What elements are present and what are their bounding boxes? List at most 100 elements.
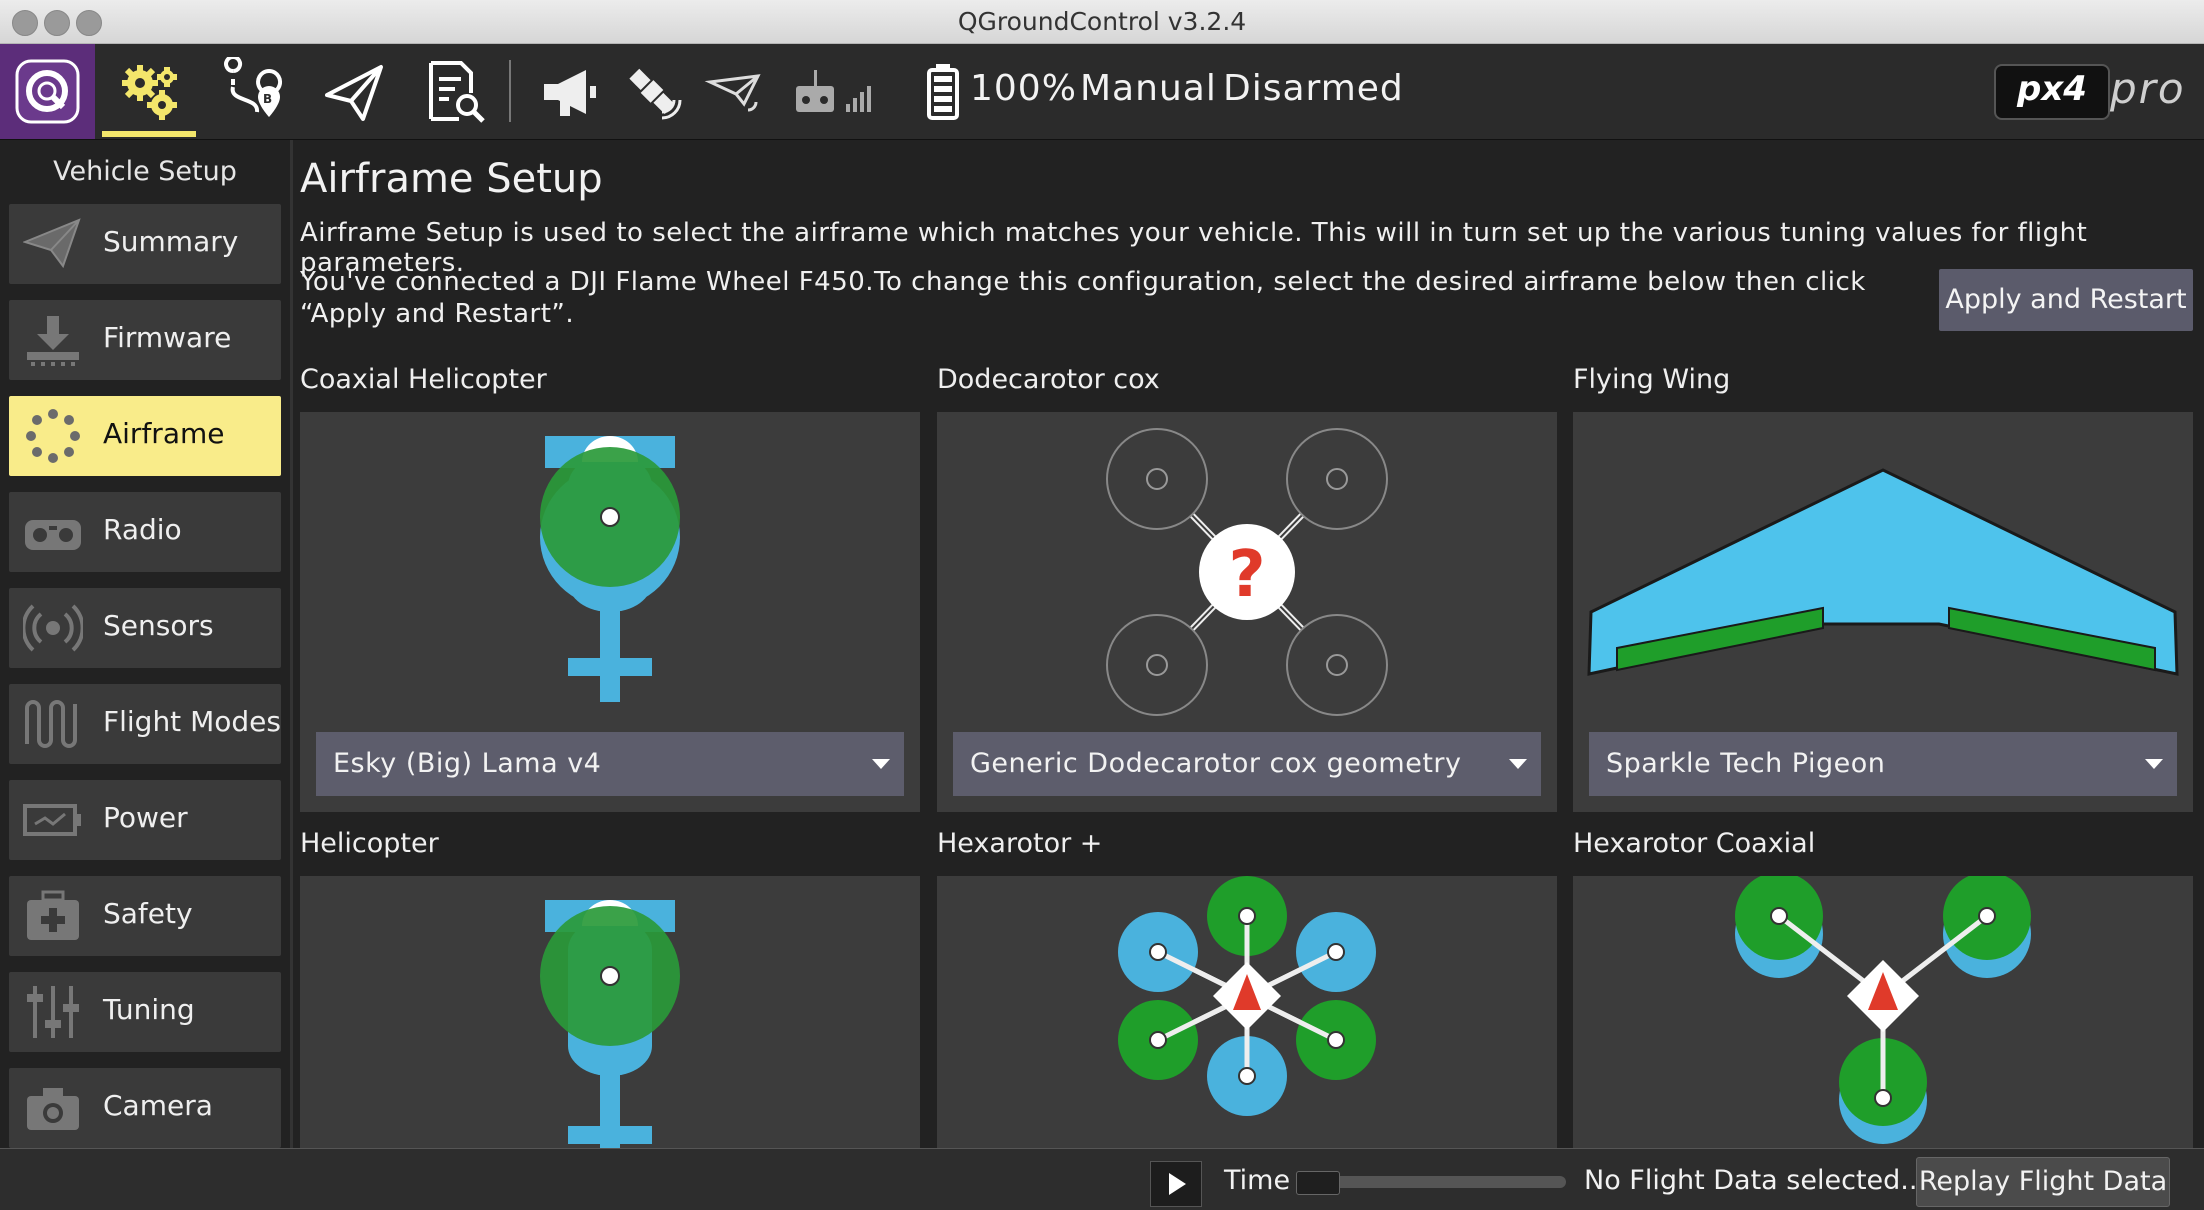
sidebar-item-power[interactable]: Power: [9, 780, 281, 860]
gps-status-button[interactable]: [614, 44, 694, 139]
sidebar-item-safety[interactable]: Safety: [9, 876, 281, 956]
airframe-type-dropdown[interactable]: Sparkle Tech Pigeon: [1589, 732, 2177, 796]
airframe-type-dropdown[interactable]: Generic Dodecarotor cox geometry: [953, 732, 1541, 796]
sidebar-item-label: Firmware: [103, 321, 232, 354]
sidebar-item-label: Sensors: [103, 609, 214, 642]
qgc-menu-button[interactable]: [0, 44, 95, 139]
sidebar-item-camera[interactable]: Camera: [9, 1068, 281, 1148]
airframe-card-dodecarotor-cox[interactable]: ? Generic Dodecarotor cox geometry: [937, 412, 1557, 812]
airframe-category-label: Flying Wing: [1573, 364, 1731, 395]
sidebar-item-label: Flight Modes: [103, 705, 281, 738]
gps-satellite-icon: [629, 68, 682, 119]
camera-icon: [27, 1088, 79, 1130]
battery-percent: 100%: [970, 68, 1077, 109]
page-title: Airframe Setup: [300, 156, 603, 202]
airframe-type-dropdown[interactable]: Esky (Big) Lama v4: [316, 732, 904, 796]
sidebar-item-flight-modes[interactable]: Flight Modes: [9, 684, 281, 764]
main-toolbar: B 100% Manual Disarmed px4 pro: [0, 44, 2204, 140]
chevron-down-icon: [872, 759, 890, 769]
airframe-card-helicopter[interactable]: [300, 876, 920, 1148]
plan-view-button[interactable]: B: [214, 44, 294, 139]
qgc-logo-icon: [15, 59, 80, 124]
airframe-category-label: Dodecarotor cox: [937, 364, 1160, 395]
flight-replay-bar: Time No Flight Data selected.. Replay Fl…: [0, 1148, 2204, 1210]
arm-state-indicator[interactable]: Disarmed: [1223, 68, 1404, 109]
sidebar-item-label: Safety: [103, 897, 193, 930]
window-title: QGroundControl v3.2.4: [957, 7, 1247, 36]
vehicle-setup-sidebar: Vehicle Setup Summary Firmware Airframe …: [0, 140, 293, 1148]
airframe-category-label: Coaxial Helicopter: [300, 364, 547, 395]
messages-button[interactable]: [530, 44, 610, 139]
telemetry-link-icon: [704, 73, 761, 111]
airframe-category-label: Hexarotor +: [937, 828, 1103, 859]
svg-text:?: ?: [1228, 538, 1265, 612]
battery-icon: [927, 63, 959, 120]
flying-wing-image: [1587, 468, 2179, 676]
flight-mode-selector[interactable]: Manual: [1080, 68, 1217, 109]
sidebar-item-label: Tuning: [103, 993, 195, 1026]
airframe-category-label: Hexarotor Coaxial: [1573, 828, 1816, 859]
replay-flight-data-button[interactable]: Replay Flight Data: [1916, 1157, 2170, 1207]
vehicle-setup-gear-icon: [122, 64, 177, 120]
active-tool-indicator: [102, 131, 196, 137]
power-battery-icon: [23, 804, 81, 836]
time-slider-handle[interactable]: [1296, 1171, 1340, 1195]
svg-text:B: B: [263, 92, 272, 106]
dodecarotor-image: ?: [1106, 428, 1388, 716]
safety-first-aid-icon: [27, 890, 79, 940]
pro-logo-text: pro: [2110, 64, 2186, 113]
sidebar-item-firmware[interactable]: Firmware: [9, 300, 281, 380]
analyze-button[interactable]: [414, 44, 494, 139]
sidebar-item-tuning[interactable]: Tuning: [9, 972, 281, 1052]
play-button[interactable]: [1150, 1161, 1202, 1207]
sidebar-item-label: Airframe: [103, 417, 225, 450]
rc-rssi-icon: [796, 69, 871, 112]
sidebar-item-label: Summary: [103, 225, 239, 258]
sidebar-item-radio[interactable]: Radio: [9, 492, 281, 572]
hexarotor-coaxial-image: [1735, 876, 2031, 1144]
airframe-card-flying-wing[interactable]: Sparkle Tech Pigeon: [1573, 412, 2193, 812]
analyze-icon: [429, 60, 485, 123]
chevron-down-icon: [2145, 759, 2163, 769]
airframe-card-hexarotor-plus[interactable]: [937, 876, 1557, 1148]
battery-status[interactable]: [920, 44, 966, 139]
dropdown-selected-value: Sparkle Tech Pigeon: [1606, 748, 1886, 779]
airframe-category-label: Helicopter: [300, 828, 439, 859]
tuning-sliders-icon: [27, 986, 79, 1038]
sidebar-item-airframe[interactable]: Airframe: [9, 396, 281, 476]
px4-logo: px4: [1994, 64, 2110, 120]
airframe-card-hexarotor-coaxial[interactable]: [1573, 876, 2193, 1148]
sidebar-item-label: Radio: [103, 513, 182, 546]
sidebar-item-summary[interactable]: Summary: [9, 204, 281, 284]
replay-status-text: No Flight Data selected..: [1584, 1165, 1918, 1196]
paper-plane-icon: [23, 218, 81, 269]
app-window: QGroundControl v3.2.4 B 100% Manual Disa…: [0, 0, 2204, 1210]
coaxial-helicopter-image: [540, 436, 680, 702]
rc-rssi-button[interactable]: [790, 44, 890, 139]
time-label: Time: [1224, 1165, 1291, 1196]
messages-megaphone-icon: [544, 69, 596, 116]
dropdown-selected-value: Esky (Big) Lama v4: [333, 748, 602, 779]
sidebar-item-sensors[interactable]: Sensors: [9, 588, 281, 668]
title-bar: QGroundControl v3.2.4: [0, 0, 2204, 44]
connected-vehicle-text: You've connected a DJI Flame Wheel F450.…: [300, 267, 1866, 329]
sensors-radar-icon: [23, 604, 83, 652]
firmware-download-icon: [27, 316, 79, 366]
hexarotor-plus-image: [1118, 876, 1376, 1116]
sidebar-title: Vehicle Setup: [53, 156, 237, 187]
fly-view-button[interactable]: [314, 44, 394, 139]
apply-and-restart-button[interactable]: Apply and Restart: [1939, 269, 2193, 331]
chevron-down-icon: [1509, 759, 1527, 769]
dropdown-selected-value: Generic Dodecarotor cox geometry: [970, 748, 1462, 779]
toolbar-separator: [509, 60, 511, 122]
airframe-dots-icon: [26, 409, 80, 463]
telemetry-button[interactable]: [696, 44, 776, 139]
airframe-card-coaxial-helicopter[interactable]: Esky (Big) Lama v4: [300, 412, 920, 812]
sidebar-item-label: Power: [103, 801, 188, 834]
airframe-setup-panel: Airframe Setup Airframe Setup is used to…: [300, 140, 2204, 1148]
fly-view-icon: [325, 64, 383, 121]
time-slider-track[interactable]: [1302, 1176, 1566, 1188]
sidebar-item-label: Camera: [103, 1089, 213, 1122]
vehicle-setup-button[interactable]: [104, 44, 194, 139]
plan-view-icon: B: [224, 56, 283, 117]
